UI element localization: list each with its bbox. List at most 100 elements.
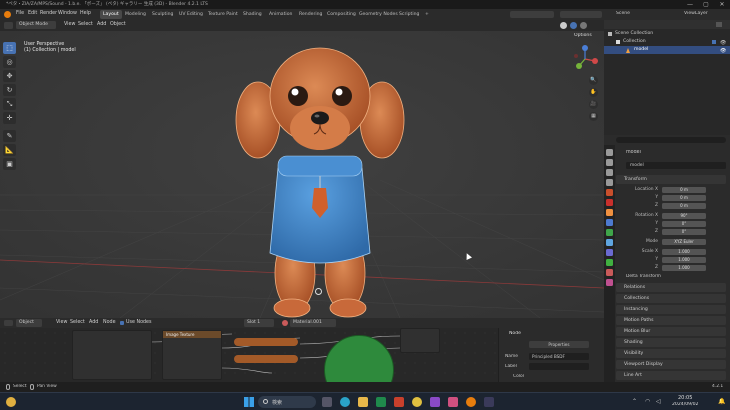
camera-view-icon[interactable]: 🎥 <box>589 100 598 109</box>
tab-scripting[interactable]: Scripting <box>396 10 422 19</box>
blender-logo-icon[interactable] <box>4 11 11 18</box>
slot-dropdown[interactable]: Slot 1 <box>244 319 274 327</box>
scale-x-field[interactable]: Scale X 1.000 <box>616 248 728 256</box>
color-section-header[interactable]: Color <box>513 374 524 379</box>
vp-menu-view[interactable]: View <box>64 22 75 27</box>
view-layer-tab-icon[interactable] <box>606 179 613 186</box>
field-value[interactable]: 0° <box>662 221 706 227</box>
node-reroute-2[interactable] <box>234 355 298 363</box>
shading-solid-icon[interactable] <box>560 22 567 29</box>
tab-animation[interactable]: Animation <box>266 10 295 19</box>
instancing-panel-header[interactable]: Instancing <box>616 305 726 314</box>
vp-menu-object[interactable]: Object <box>110 22 126 27</box>
view-layer-name[interactable]: ViewLayer <box>684 11 708 16</box>
app-dark-icon[interactable] <box>484 397 494 407</box>
rotation-mode-field[interactable]: Mode XYZ Euler <box>616 238 728 246</box>
cursor-tool-icon[interactable]: ◎ <box>3 56 16 68</box>
object-origin[interactable] <box>315 288 322 295</box>
editor-type-icon[interactable] <box>4 320 13 326</box>
line-art-panel-header[interactable]: Line Art <box>616 371 726 380</box>
modifier-tab-icon[interactable] <box>606 219 613 226</box>
move-tool-icon[interactable]: ✥ <box>3 70 16 82</box>
app-pink-icon[interactable] <box>448 397 458 407</box>
pan-hand-icon[interactable]: ✋ <box>589 88 598 97</box>
field-value[interactable]: 0 m <box>662 195 706 201</box>
world-tab-icon[interactable] <box>606 199 613 206</box>
constraints-tab-icon[interactable] <box>606 249 613 256</box>
node-menu-node[interactable]: Node <box>103 320 116 325</box>
navigation-gizmo[interactable] <box>570 44 600 74</box>
scale-y-field[interactable]: Y 1.000 <box>616 256 728 264</box>
add-cube-tool-icon[interactable]: ▣ <box>3 158 16 170</box>
app-purple-icon[interactable] <box>430 397 440 407</box>
clock-time[interactable]: 20:05 <box>678 395 692 401</box>
edge-browser-icon[interactable] <box>340 397 350 407</box>
shader-type-dropdown[interactable]: Object <box>16 319 42 327</box>
volume-icon[interactable]: ◁ <box>656 398 661 405</box>
field-value[interactable]: 1.000 <box>662 265 706 271</box>
node-image-texture[interactable]: Image Texture <box>162 330 222 380</box>
annotate-tool-icon[interactable]: ✎ <box>3 130 16 142</box>
options-dropdown[interactable]: Options <box>574 33 592 38</box>
location-y-field[interactable]: Y 0 m <box>616 194 728 202</box>
tool-tab-icon[interactable] <box>606 149 613 156</box>
menu-render[interactable]: Render <box>40 11 57 16</box>
scene-selector[interactable] <box>510 11 554 18</box>
windows-start-icon[interactable] <box>244 397 254 407</box>
properties-search[interactable] <box>616 137 726 143</box>
chrome-icon[interactable] <box>412 397 422 407</box>
3d-viewport[interactable]: Object Mode View Select Add Object Optio… <box>0 20 604 318</box>
tab-geometry-nodes[interactable]: Geometry Nodes <box>356 10 401 19</box>
excel-icon[interactable] <box>376 397 386 407</box>
tab-sculpting[interactable]: Sculpting <box>149 10 176 19</box>
node-panel-title[interactable]: Node <box>509 331 521 336</box>
blender-taskbar-icon[interactable] <box>466 397 476 407</box>
app-red-icon[interactable] <box>394 397 404 407</box>
tab-shading[interactable]: Shading <box>240 10 265 19</box>
node-label-field[interactable] <box>529 363 589 370</box>
field-value[interactable]: 0 m <box>662 203 706 209</box>
tab-compositing[interactable]: Compositing <box>324 10 359 19</box>
physics-tab-icon[interactable] <box>606 239 613 246</box>
texture-tab-icon[interactable] <box>606 279 613 286</box>
field-value[interactable]: 1.000 <box>662 249 706 255</box>
data-tab-icon[interactable] <box>606 259 613 266</box>
particles-tab-icon[interactable] <box>606 229 613 236</box>
shading-rendered-icon[interactable] <box>580 22 587 29</box>
transform-panel-header[interactable]: Transform <box>616 175 726 184</box>
outliner-row-model[interactable]: model 👁 <box>604 46 730 54</box>
node-name-field[interactable]: Principled BSDF <box>529 353 589 360</box>
node-menu-select[interactable]: Select <box>70 320 85 325</box>
tab-uv-editing[interactable]: UV Editing <box>176 10 206 19</box>
vp-menu-add[interactable]: Add <box>97 22 106 27</box>
tab-rendering[interactable]: Rendering <box>296 10 325 19</box>
node-reroute-1[interactable] <box>234 338 298 346</box>
object-name-field[interactable]: model <box>626 162 726 169</box>
editor-type-icon[interactable] <box>4 22 13 29</box>
taskbar-search-box[interactable]: 検索 <box>258 396 316 408</box>
field-value[interactable]: 0° <box>662 229 706 235</box>
location-z-field[interactable]: Z 0 m <box>616 202 728 210</box>
vp-menu-select[interactable]: Select <box>78 22 93 27</box>
scene-tab-icon[interactable] <box>606 189 613 196</box>
outliner-filter-icon[interactable] <box>716 22 722 27</box>
rotate-tool-icon[interactable]: ↻ <box>3 84 16 96</box>
node-group-input[interactable] <box>72 330 152 380</box>
field-value[interactable]: 90° <box>662 213 706 219</box>
tab-layout[interactable]: Layout <box>100 10 122 19</box>
shading-panel-header[interactable]: Shading <box>616 338 726 347</box>
transform-tool-icon[interactable]: ✛ <box>3 112 16 124</box>
file-explorer-icon[interactable] <box>358 397 368 407</box>
motion-paths-panel-header[interactable]: Motion Paths <box>616 316 726 325</box>
object-tab-icon[interactable] <box>606 209 613 216</box>
node-menu-view[interactable]: View <box>56 320 67 325</box>
use-nodes-checkbox[interactable] <box>120 321 124 325</box>
relations-panel-header[interactable]: Relations <box>616 283 726 292</box>
view-layer-selector[interactable] <box>560 11 602 18</box>
render-tab-icon[interactable] <box>606 159 613 166</box>
menu-window[interactable]: Window <box>58 11 77 16</box>
scale-z-field[interactable]: Z 1.000 <box>616 264 728 272</box>
location-x-field[interactable]: Location X 0 m <box>616 186 728 194</box>
object-mode-dropdown[interactable]: Object Mode <box>16 21 56 29</box>
rotation-x-field[interactable]: Rotation X 90° <box>616 212 728 220</box>
